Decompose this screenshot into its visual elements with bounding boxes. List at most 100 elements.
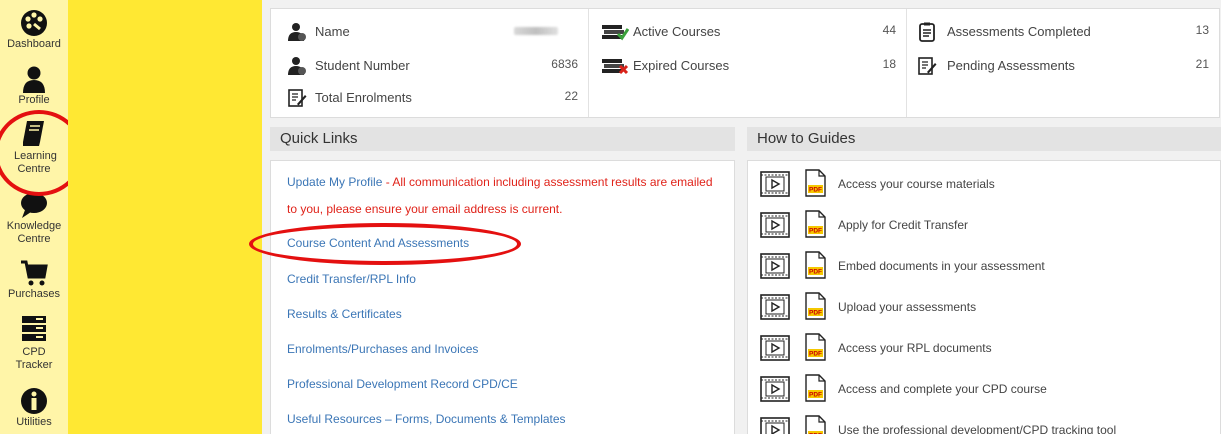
- books-check-icon: [602, 25, 629, 41]
- guides-heading: How to Guides: [747, 127, 1221, 151]
- stat-active-courses: Active Courses 44: [589, 17, 906, 45]
- video-icon: [760, 212, 790, 238]
- video-icon: [760, 335, 790, 361]
- svg-text:PDF: PDF: [809, 269, 822, 276]
- pdf-icon: PDF: [805, 292, 826, 320]
- guide-item[interactable]: PDF Upload your assessments: [760, 290, 1210, 324]
- svg-text:PDF: PDF: [809, 310, 822, 317]
- video-icon: [760, 376, 790, 402]
- guide-item[interactable]: PDF Apply for Credit Transfer: [760, 208, 1210, 242]
- video-icon: [760, 294, 790, 320]
- stat-label: Active Courses: [633, 24, 721, 39]
- stats-card: Name Student Number 6836 Total Enrolment…: [270, 8, 1220, 118]
- speech-bubble-icon: [21, 193, 47, 218]
- quick-link-useful-resources[interactable]: Useful Resources – Forms, Documents & Te…: [287, 412, 566, 426]
- stat-expired-courses: Expired Courses 18: [589, 51, 906, 79]
- quick-link-cpd-record[interactable]: Professional Development Record CPD/CE: [287, 377, 518, 391]
- guide-item[interactable]: PDF Access your RPL documents: [760, 331, 1210, 365]
- email-notice: - All communication including assessment…: [382, 175, 713, 189]
- user-icon: [23, 66, 45, 93]
- sidebar-item-profile[interactable]: Profile: [0, 64, 68, 107]
- stat-value: 6836: [551, 57, 578, 71]
- svg-text:PDF: PDF: [809, 392, 822, 399]
- stat-value: 44: [882, 23, 896, 37]
- sidebar-item-label: Dashboard: [7, 38, 61, 50]
- quick-link-update-profile[interactable]: Update My Profile - All communication in…: [287, 175, 713, 189]
- yellow-band: [68, 0, 262, 434]
- guide-label[interactable]: Access your course materials: [838, 177, 995, 191]
- guide-label[interactable]: Access your RPL documents: [838, 341, 992, 355]
- stat-label: Expired Courses: [633, 58, 730, 73]
- pdf-icon: PDF: [805, 374, 826, 402]
- info-icon: [21, 388, 47, 414]
- stats-column-courses: Active Courses 44 Expired Courses 18: [589, 9, 907, 117]
- guides-panel: PDF Access your course materials PDF App…: [747, 160, 1221, 434]
- guide-item[interactable]: PDF Use the professional development/CPD…: [760, 413, 1210, 434]
- guide-label[interactable]: Access and complete your CPD course: [838, 382, 1047, 396]
- stat-total-enrolments: Total Enrolments 22: [271, 83, 588, 111]
- cart-icon: [21, 260, 48, 286]
- video-icon: [760, 253, 790, 279]
- pdf-icon: PDF: [805, 251, 826, 279]
- stat-label: Assessments Completed: [947, 24, 1091, 39]
- stat-label: Name: [315, 24, 350, 39]
- email-notice-continued: to you, please ensure your email address…: [287, 202, 563, 216]
- stat-value: 21: [1195, 57, 1209, 71]
- sidebar-item-label: Utilities: [16, 416, 52, 428]
- stat-name: Name: [271, 17, 588, 45]
- sidebar-item-label: Purchases: [8, 288, 60, 300]
- icon-sidebar: Dashboard Profile Learning Centre Knowle…: [0, 0, 84, 434]
- pdf-icon: PDF: [805, 333, 826, 361]
- guide-label[interactable]: Use the professional development/CPD tra…: [838, 423, 1116, 434]
- sidebar-item-label: Knowledge Centre: [6, 220, 62, 245]
- stats-column-assessments: Assessments Completed 13 Pending Assessm…: [907, 9, 1219, 117]
- video-icon: [760, 171, 790, 197]
- palette-icon: [21, 10, 47, 36]
- stat-value: 22: [564, 89, 578, 103]
- pdf-icon: PDF: [805, 169, 826, 197]
- server-stack-icon: [22, 316, 46, 341]
- guide-label[interactable]: Apply for Credit Transfer: [838, 218, 968, 232]
- quick-link-course-content[interactable]: Course Content And Assessments: [287, 236, 469, 250]
- sidebar-item-purchases[interactable]: Purchases: [0, 258, 68, 301]
- quick-link-label[interactable]: Update My Profile: [287, 175, 382, 189]
- sidebar-item-label: Learning Centre: [14, 150, 57, 175]
- sidebar-item-knowledge-centre[interactable]: Knowledge Centre: [0, 190, 68, 246]
- sidebar-item-label: CPD Tracker: [15, 346, 53, 371]
- guide-item[interactable]: PDF Embed documents in your assessment: [760, 249, 1210, 283]
- edit-document-icon: [288, 89, 307, 107]
- svg-text:PDF: PDF: [809, 351, 822, 358]
- quick-links-panel: Update My Profile - All communication in…: [249, 160, 735, 434]
- sidebar-item-utilities[interactable]: Utilities: [0, 386, 68, 429]
- main-content: Name Student Number 6836 Total Enrolment…: [249, 0, 1221, 434]
- stat-label: Total Enrolments: [315, 90, 412, 105]
- guide-label[interactable]: Upload your assessments: [838, 300, 976, 314]
- svg-text:PDF: PDF: [809, 187, 822, 194]
- sidebar-item-dashboard[interactable]: Dashboard: [0, 8, 68, 51]
- quick-links-heading: Quick Links: [270, 127, 735, 151]
- video-icon: [760, 417, 790, 434]
- books-cross-icon: [602, 59, 629, 75]
- sidebar-item-cpd-tracker[interactable]: CPD Tracker: [0, 314, 68, 372]
- stat-pending-assessments: Pending Assessments 21: [907, 51, 1219, 79]
- quick-link-enrolments[interactable]: Enrolments/Purchases and Invoices: [287, 342, 478, 356]
- stats-column-student: Name Student Number 6836 Total Enrolment…: [271, 9, 589, 117]
- guide-item[interactable]: PDF Access your course materials: [760, 167, 1210, 201]
- sidebar-item-learning-centre[interactable]: Learning Centre: [0, 118, 68, 176]
- user-id-icon: [288, 23, 306, 41]
- stat-value: 13: [1195, 23, 1209, 37]
- sidebar-item-label: Profile: [18, 94, 50, 106]
- clipboard-icon: [919, 22, 935, 42]
- user-id-icon: [288, 57, 306, 75]
- svg-text:PDF: PDF: [809, 228, 822, 235]
- stat-label: Pending Assessments: [947, 58, 1075, 73]
- guide-label[interactable]: Embed documents in your assessment: [838, 259, 1045, 273]
- stat-value: 18: [882, 57, 896, 71]
- pdf-icon: PDF: [805, 415, 826, 434]
- name-value-blurred: [514, 23, 558, 37]
- edit-document-icon: [918, 57, 937, 75]
- quick-link-credit-transfer[interactable]: Credit Transfer/RPL Info: [287, 272, 416, 286]
- stat-student-number: Student Number 6836: [271, 51, 588, 79]
- guide-item[interactable]: PDF Access and complete your CPD course: [760, 372, 1210, 406]
- quick-link-results[interactable]: Results & Certificates: [287, 307, 402, 321]
